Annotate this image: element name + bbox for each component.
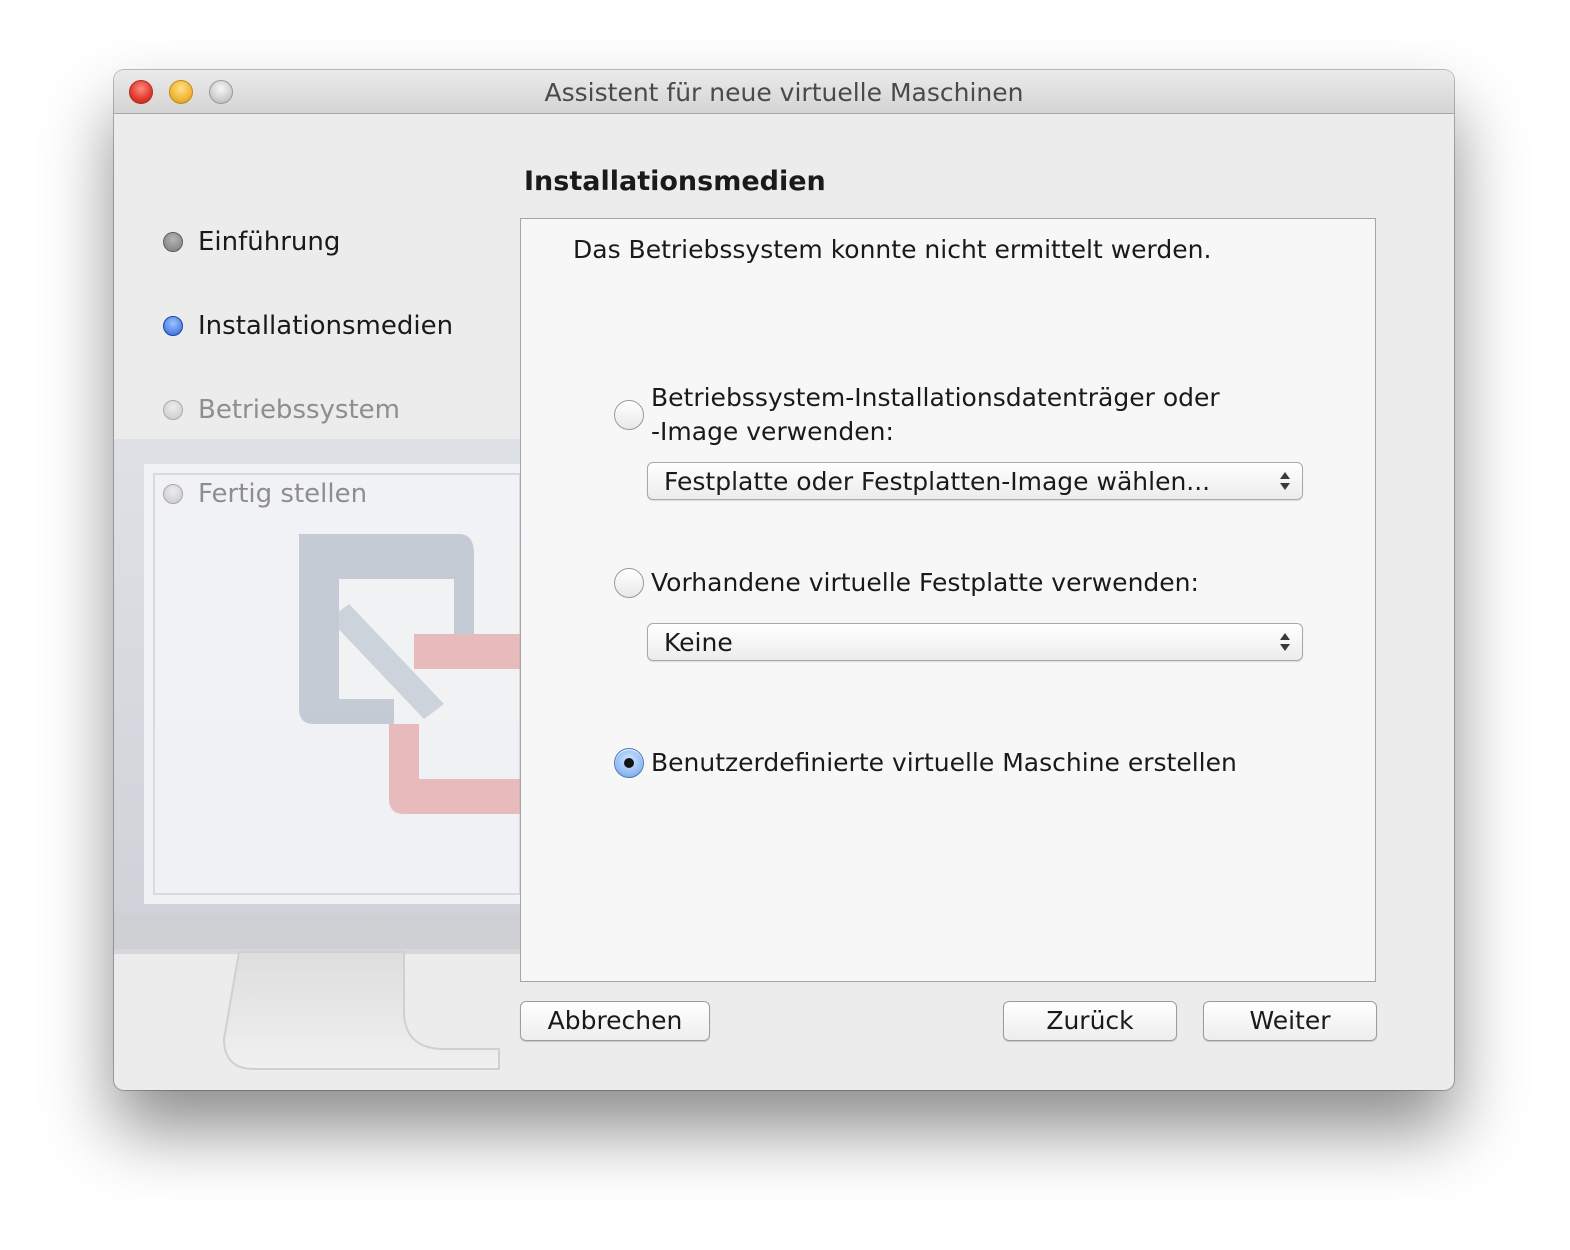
wizard-window: Assistent für neue virtuelle Maschinen E… bbox=[114, 70, 1454, 1090]
step-label: Fertig stellen bbox=[198, 479, 368, 509]
back-button[interactable]: Zurück bbox=[1003, 1001, 1177, 1041]
install-disc-label[interactable]: Betriebssystem-Installationsdatenträger … bbox=[651, 381, 1220, 449]
existing-disk-label[interactable]: Vorhandene virtuelle Festplatte verwende… bbox=[651, 566, 1199, 600]
existing-disk-popup[interactable]: Keine bbox=[647, 623, 1303, 661]
cancel-button[interactable]: Abbrechen bbox=[520, 1001, 710, 1041]
custom-vm-radio[interactable] bbox=[614, 748, 644, 778]
popup-arrows-icon bbox=[1280, 633, 1290, 651]
section-title: Installationsmedien bbox=[524, 166, 826, 197]
step-label: Installationsmedien bbox=[198, 311, 454, 341]
window-title: Assistent für neue virtuelle Maschinen bbox=[544, 78, 1024, 107]
install-disc-popup[interactable]: Festplatte oder Festplatten-Image wählen… bbox=[647, 462, 1303, 500]
next-button[interactable]: Weiter bbox=[1203, 1001, 1377, 1041]
step-label: Betriebssystem bbox=[198, 395, 400, 425]
status-message: Das Betriebssystem konnte nicht ermittel… bbox=[573, 235, 1212, 264]
install-disc-label-line1: Betriebssystem-Installationsdatenträger … bbox=[651, 383, 1220, 412]
step-label: Einführung bbox=[198, 227, 341, 257]
custom-vm-label[interactable]: Benutzerdefinierte virtuelle Maschine er… bbox=[651, 746, 1237, 780]
install-disc-popup-value: Festplatte oder Festplatten-Image wählen… bbox=[664, 467, 1211, 496]
existing-disk-radio[interactable] bbox=[614, 568, 644, 598]
install-disc-label-line2: -Image verwenden: bbox=[651, 417, 894, 446]
title-bar[interactable]: Assistent für neue virtuelle Maschinen bbox=[114, 70, 1454, 114]
step-betriebssystem: Betriebssystem bbox=[163, 395, 400, 425]
step-pending-icon bbox=[163, 484, 183, 504]
step-done-icon bbox=[163, 232, 183, 252]
existing-disk-popup-value: Keine bbox=[664, 628, 733, 657]
step-pending-icon bbox=[163, 400, 183, 420]
step-einfuehrung: Einführung bbox=[163, 227, 340, 257]
step-fertig-stellen: Fertig stellen bbox=[163, 479, 367, 509]
popup-arrows-icon bbox=[1280, 472, 1290, 490]
step-current-icon bbox=[163, 316, 183, 336]
options-panel: Das Betriebssystem konnte nicht ermittel… bbox=[520, 218, 1376, 982]
step-installationsmedien: Installationsmedien bbox=[163, 311, 453, 341]
monitor-illustration bbox=[114, 114, 520, 1090]
install-disc-radio[interactable] bbox=[614, 400, 644, 430]
